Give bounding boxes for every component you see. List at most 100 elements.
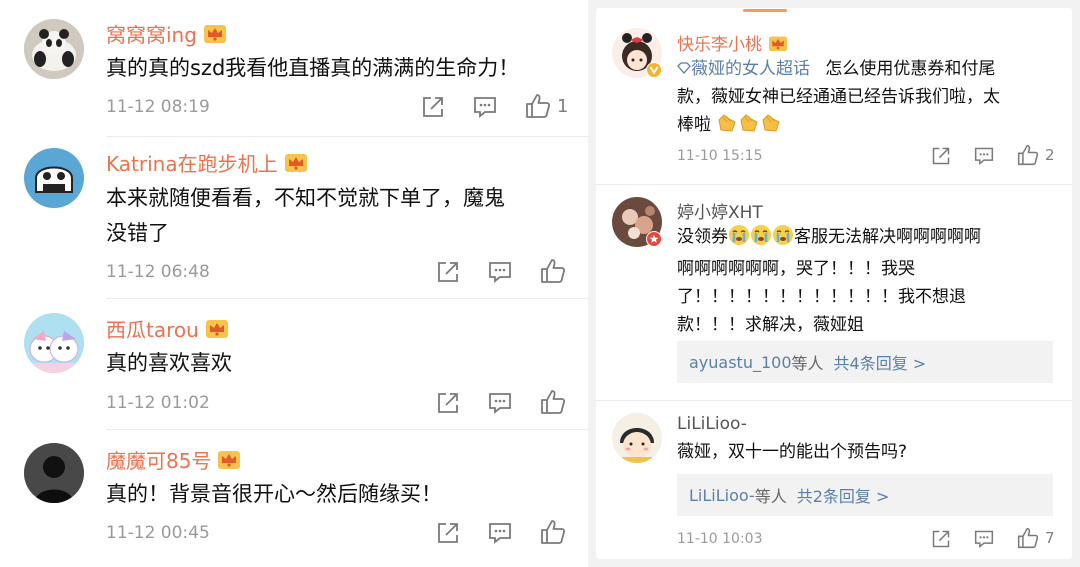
comment-time: 11-12 08:19 [106, 97, 210, 117]
username-text[interactable]: 魔魔可85号 [106, 449, 211, 473]
comment-time: 11-12 00:45 [106, 523, 210, 543]
divider [106, 298, 588, 299]
comment-text: 薇娅，双十一的能出个预告吗? [677, 442, 908, 462]
comment-text-line: 本来就随便看看，不知不觉就下单了，魔鬼 [106, 186, 505, 210]
username[interactable]: LiLiLioo- [677, 414, 747, 434]
like-count: 1 [557, 95, 569, 117]
like-count: 2 [1045, 146, 1055, 164]
crying-emoji-icon [728, 224, 750, 255]
comment-button[interactable] [974, 529, 994, 549]
divider [596, 400, 1072, 401]
clap-emoji-icon [738, 112, 760, 143]
thumbs-up-icon [541, 520, 566, 544]
share-icon [438, 523, 458, 543]
like-button[interactable]: 2 [1017, 144, 1055, 166]
comment-text-line: 款！！！求解决，薇娅姐 [677, 315, 864, 335]
comment-button[interactable] [488, 391, 512, 415]
avatar[interactable] [24, 148, 84, 208]
avatar[interactable] [612, 413, 662, 463]
username-text[interactable]: 窝窝窝ing [106, 23, 197, 47]
reply-summary[interactable]: LiLiLioo- 等人 共2条回复 > [677, 474, 1053, 516]
username[interactable]: 窝窝窝ing [106, 19, 227, 49]
comment-text-line: 薇娅的女人超话 怎么使用优惠券和付尾 [677, 55, 1057, 83]
verified-badge-icon [646, 231, 662, 251]
comment-button[interactable] [488, 521, 512, 545]
comment-text: 真的真的szd我看他直播真的满满的生命力！ [106, 56, 520, 80]
share-icon [932, 147, 950, 165]
username[interactable]: Katrina在跑步机上 [106, 148, 308, 178]
comment-text: 真的喜欢喜欢 [106, 351, 232, 375]
like-button[interactable] [540, 519, 566, 545]
view-replies-link[interactable]: 共2条回复 > [797, 483, 890, 507]
comment-icon [489, 262, 511, 283]
vip-crown-icon [284, 151, 308, 178]
vip-crown-icon [203, 22, 227, 49]
like-button[interactable] [540, 258, 566, 284]
comment-text: 薇娅的女人超话 怎么使用优惠券和付尾 款，薇娅女神已经通通已经告诉我们啦，太 棒… [677, 55, 1057, 143]
share-button[interactable] [436, 521, 460, 545]
comment-button[interactable] [974, 146, 994, 166]
share-icon [438, 262, 458, 282]
username-text[interactable]: 快乐李小桃 [677, 35, 762, 55]
reply-user[interactable]: ayuastu_100 [689, 353, 792, 372]
like-button[interactable]: 1 [525, 93, 568, 119]
avatar[interactable] [24, 313, 84, 373]
share-button[interactable] [436, 260, 460, 284]
share-button[interactable] [931, 529, 951, 549]
comment-text-segment: 客服无法解决啊啊啊啊啊 [794, 227, 981, 247]
username[interactable]: 西瓜tarou [106, 314, 229, 344]
like-button[interactable] [540, 389, 566, 415]
topic-link[interactable]: 薇娅的女人超话 [677, 59, 810, 79]
share-icon [423, 97, 443, 117]
comment-text-line: 款，薇娅女神已经通通已经告诉我们啦，太 [677, 87, 1000, 107]
share-icon [438, 393, 458, 413]
comment-icon [974, 147, 994, 166]
username[interactable]: 魔魔可85号 [106, 445, 241, 475]
tab-accent-bar [743, 9, 787, 12]
comment-button[interactable] [488, 260, 512, 284]
comment-text: 没领券 客服无法解决啊啊啊啊啊 啊啊啊啊啊啊，哭了！！！我哭 了！！！！！！！！！… [677, 223, 1057, 339]
comment-text-line: 啊啊啊啊啊啊，哭了！！！我哭 [677, 259, 915, 279]
like-count: 7 [1045, 529, 1055, 547]
topic-text[interactable]: 薇娅的女人超话 [691, 59, 810, 79]
username-text[interactable]: Katrina在跑步机上 [106, 152, 278, 176]
reply-connector: 等人 [791, 354, 824, 373]
comment-time: 11-12 01:02 [106, 393, 210, 413]
divider [106, 136, 588, 137]
username[interactable]: 婷小婷XHT [677, 198, 763, 223]
comment-text-line: 没领券 客服无法解决啊啊啊啊啊 [677, 223, 1057, 255]
comment-text-line: 没错了 [106, 221, 169, 245]
clap-emoji-icon [760, 112, 782, 143]
share-button[interactable] [421, 95, 445, 119]
share-button[interactable] [436, 391, 460, 415]
verified-badge-icon [646, 62, 662, 82]
comment-text: 本来就随便看看，不知不觉就下单了，魔鬼 没错了 [106, 181, 505, 251]
clap-emoji-icon [716, 112, 738, 143]
avatar[interactable] [24, 19, 84, 79]
divider [106, 429, 588, 430]
comment-time: 11-12 06:48 [106, 262, 210, 282]
thumbs-up-icon [1017, 144, 1039, 166]
divider [596, 184, 1072, 185]
username-text[interactable]: 西瓜tarou [106, 318, 199, 342]
username[interactable]: 快乐李小桃 [677, 30, 788, 57]
share-button[interactable] [931, 146, 951, 166]
comment-text-segment: 没领券 [677, 227, 728, 247]
comment-text-segment: 棒啦 [677, 115, 711, 135]
like-button[interactable]: 7 [1017, 527, 1055, 549]
vip-crown-icon [217, 448, 241, 475]
comment-icon [974, 530, 994, 549]
comment-text: 真的！背景音很开心～然后随缘买！ [106, 482, 442, 506]
comment-text-segment: 怎么使用优惠券和付尾 [825, 59, 996, 79]
reply-user[interactable]: LiLiLioo- [689, 486, 755, 505]
crying-emoji-icon [772, 224, 794, 255]
comment-button[interactable] [473, 95, 497, 119]
reply-summary[interactable]: ayuastu_100 等人 共4条回复 > [677, 341, 1053, 383]
view-replies-link[interactable]: 共4条回复 > [834, 350, 927, 374]
reply-connector: 等人 [754, 487, 787, 506]
comment-icon [489, 393, 511, 414]
diamond-icon [677, 62, 691, 74]
share-icon [932, 530, 950, 548]
thumbs-up-icon [1017, 527, 1039, 549]
avatar[interactable] [24, 443, 84, 503]
